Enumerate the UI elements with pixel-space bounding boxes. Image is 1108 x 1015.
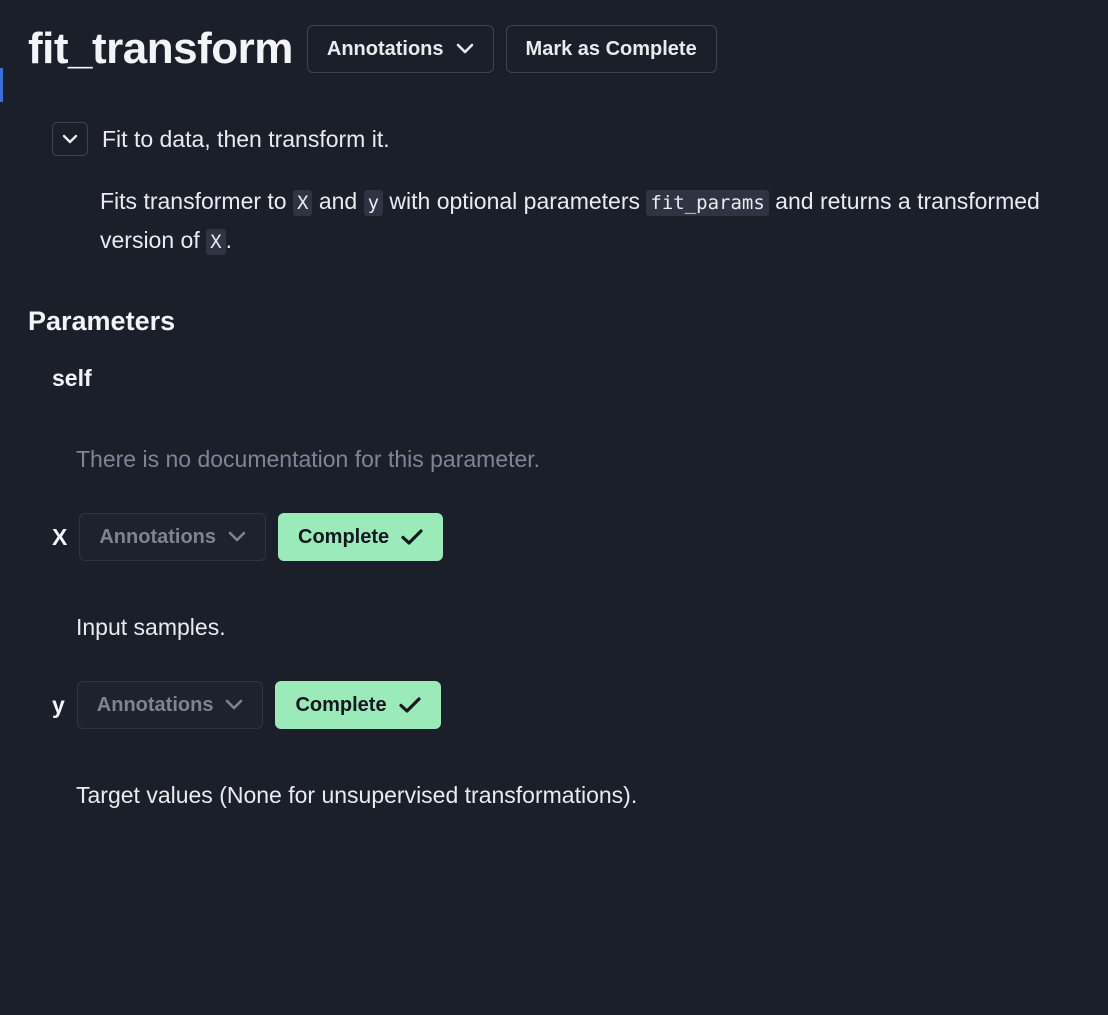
param-x-complete-button[interactable]: Complete: [278, 513, 444, 561]
parameters-heading: Parameters: [28, 306, 176, 336]
param-x-annotations-button[interactable]: Annotations: [79, 513, 266, 561]
collapse-toggle-button[interactable]: [52, 122, 88, 156]
summary-row: Fit to data, then transform it.: [52, 122, 390, 156]
chevron-down-icon: [62, 134, 78, 143]
summary-text: Fit to data, then transform it.: [102, 125, 390, 152]
code-fit-params: fit_params: [646, 190, 769, 216]
docs-page: fit_transform Annotations Mark as Comple…: [0, 0, 1108, 1015]
description-text: with optional parameters: [383, 188, 647, 214]
param-doc-self: There is no documentation for this param…: [76, 446, 541, 472]
active-indicator: [0, 68, 3, 102]
mark-complete-label: Mark as Complete: [525, 37, 697, 60]
param-name-y: y: [52, 691, 65, 718]
chevron-down-icon: [226, 699, 243, 710]
description: Fits transformer to X and y with optiona…: [100, 183, 1090, 261]
check-icon: [401, 529, 423, 545]
code-x: X: [292, 190, 313, 216]
page-title: fit_transform: [28, 24, 293, 73]
param-row-x: X Annotations Complete: [52, 513, 444, 561]
annotations-dropdown-button[interactable]: Annotations: [306, 25, 494, 73]
code-y: y: [363, 190, 384, 216]
complete-label: Complete: [295, 693, 387, 716]
param-row-y: y Annotations Complete: [52, 681, 441, 729]
description-text: Fits transformer to: [100, 188, 293, 214]
function-header: fit_transform Annotations Mark as Comple…: [28, 22, 717, 76]
description-text: and: [312, 188, 364, 214]
complete-label: Complete: [298, 525, 390, 548]
chevron-down-icon: [228, 531, 246, 542]
param-doc-x: Input samples.: [76, 614, 226, 640]
param-name-x: X: [52, 523, 68, 550]
annotations-label: Annotations: [326, 37, 444, 60]
param-doc-y: Target values (None for unsupervised tra…: [76, 782, 638, 808]
description-text: .: [225, 227, 232, 253]
param-y-annotations-button[interactable]: Annotations: [76, 681, 264, 729]
annotations-label: Annotations: [96, 693, 214, 716]
code-x: X: [206, 229, 226, 255]
annotations-label: Annotations: [99, 525, 216, 548]
chevron-down-icon: [456, 43, 473, 54]
check-icon: [398, 697, 421, 713]
param-name-self: self: [52, 365, 92, 391]
mark-as-complete-button[interactable]: Mark as Complete: [505, 25, 717, 73]
param-y-complete-button[interactable]: Complete: [275, 681, 441, 729]
